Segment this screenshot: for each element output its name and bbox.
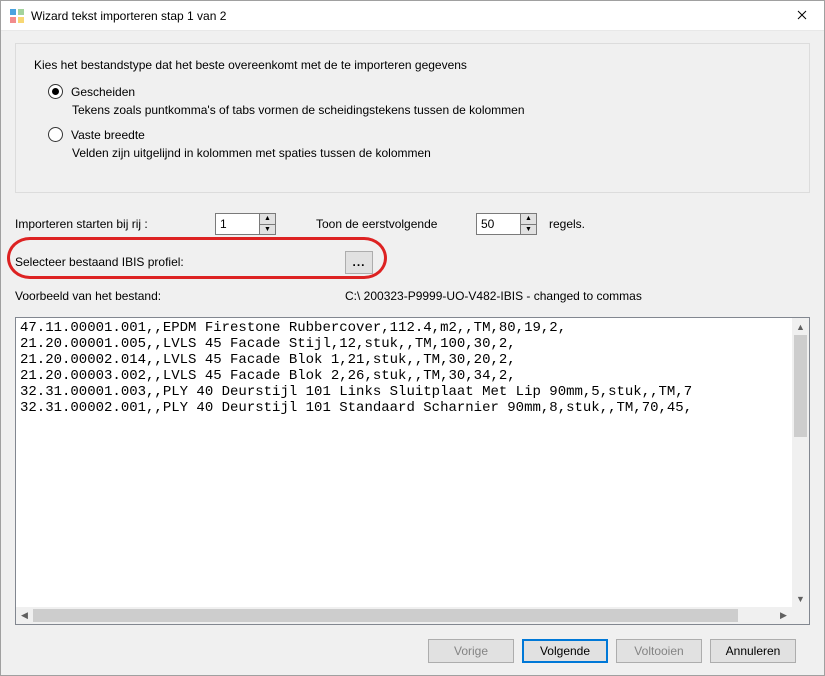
radio-delimited[interactable]: Gescheiden [48,84,791,99]
show-rows-spinner[interactable]: ▲ ▼ [476,213,537,235]
radio-icon [48,84,63,99]
preview-path: C:\ 200323-P9999-UO-V482-IBIS - changed … [345,289,642,303]
spinner-up-icon[interactable]: ▲ [521,214,536,225]
scroll-track[interactable] [33,607,775,624]
finish-button[interactable]: Voltooien [616,639,702,663]
radio-delimited-desc: Tekens zoals puntkomma's of tabs vormen … [72,103,791,117]
scroll-right-icon[interactable]: ▶ [775,607,792,624]
start-row-input[interactable] [215,213,260,235]
show-rows-label: Toon de eerstvolgende [316,217,476,231]
show-rows-suffix: regels. [549,217,585,231]
scroll-thumb[interactable] [794,335,807,437]
start-row-spinner[interactable]: ▲ ▼ [215,213,276,235]
wizard-content: Kies het bestandstype dat het beste over… [1,31,824,675]
profile-row: Selecteer bestaand IBIS profiel: ... [15,241,810,283]
wizard-window: Wizard tekst importeren stap 1 van 2 Kie… [0,0,825,676]
profile-browse-button[interactable]: ... [345,251,373,274]
scroll-corner [792,607,809,624]
radio-icon [48,127,63,142]
next-button[interactable]: Volgende [522,639,608,663]
scroll-thumb[interactable] [33,609,738,622]
preview-label: Voorbeeld van het bestand: [15,289,345,303]
spinner-down-icon[interactable]: ▼ [260,225,275,235]
filetype-group: Kies het bestandstype dat het beste over… [15,43,810,193]
prev-button[interactable]: Vorige [428,639,514,663]
scrollbar-horizontal[interactable]: ◀ ▶ [16,607,792,624]
radio-fixedwidth-label: Vaste breedte [71,128,145,142]
spinner-up-icon[interactable]: ▲ [260,214,275,225]
start-row-label: Importeren starten bij rij : [15,217,215,231]
scrollbar-vertical[interactable]: ▲ ▼ [792,318,809,607]
radio-fixedwidth[interactable]: Vaste breedte [48,127,791,142]
start-row-row: Importeren starten bij rij : ▲ ▼ Toon de… [15,213,810,235]
preview-label-row: Voorbeeld van het bestand: C:\ 200323-P9… [15,289,810,303]
preview-text: 47.11.00001.001,,EPDM Firestone Rubberco… [16,318,809,419]
profile-label: Selecteer bestaand IBIS profiel: [15,255,345,269]
spinner-down-icon[interactable]: ▼ [521,225,536,235]
wizard-buttons: Vorige Volgende Voltooien Annuleren [15,629,810,675]
app-icon [9,8,25,24]
scroll-track[interactable] [792,335,809,590]
filetype-prompt: Kies het bestandstype dat het beste over… [34,58,791,72]
show-rows-input[interactable] [476,213,521,235]
radio-fixedwidth-desc: Velden zijn uitgelijnd in kolommen met s… [72,146,791,160]
close-icon [797,9,807,23]
titlebar: Wizard tekst importeren stap 1 van 2 [1,1,824,31]
cancel-button[interactable]: Annuleren [710,639,796,663]
preview-box: 47.11.00001.001,,EPDM Firestone Rubberco… [15,317,810,625]
window-close-button[interactable] [779,1,824,31]
window-title: Wizard tekst importeren stap 1 van 2 [31,9,779,23]
scroll-down-icon[interactable]: ▼ [792,590,809,607]
scroll-up-icon[interactable]: ▲ [792,318,809,335]
radio-delimited-label: Gescheiden [71,85,135,99]
scroll-left-icon[interactable]: ◀ [16,607,33,624]
